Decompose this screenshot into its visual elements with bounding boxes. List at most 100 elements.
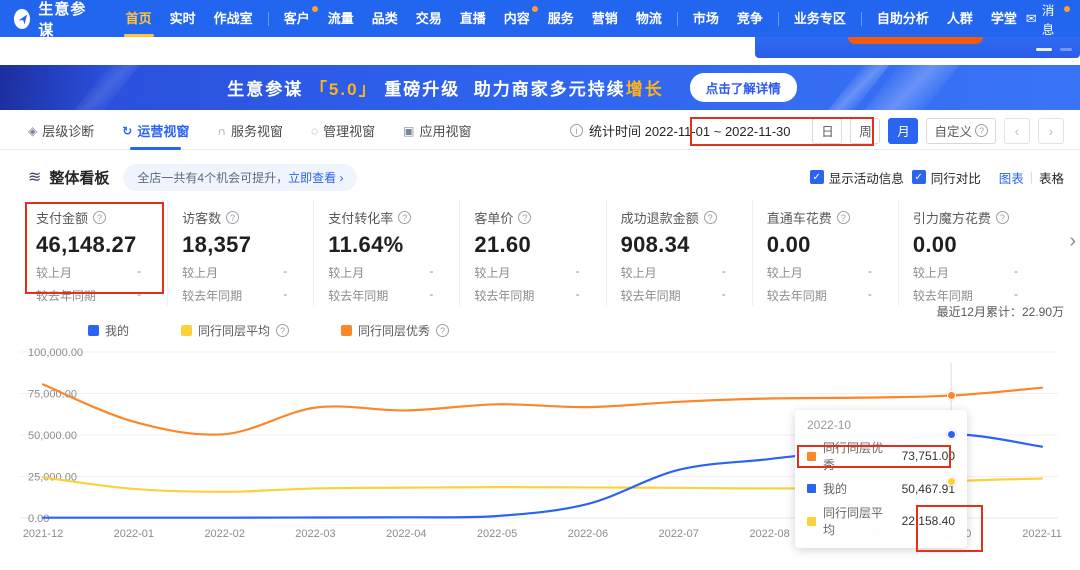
help-icon[interactable]: ?	[995, 211, 1009, 224]
tooltip-swatch	[807, 451, 816, 461]
compare-label: 较上月	[474, 266, 511, 280]
svg-text:2022-03: 2022-03	[295, 528, 335, 540]
tooltip-row: 同行同层平均 22,158.40	[807, 504, 955, 538]
nav-item[interactable]: 首页	[117, 0, 161, 37]
metric-value: 18,357	[182, 232, 252, 257]
messages-button[interactable]: ✉ 消息	[1026, 0, 1070, 38]
compare-yoy: 较去年同期 -	[36, 287, 151, 304]
nav-item[interactable]: 作战室	[205, 0, 262, 37]
help-icon[interactable]: ?	[518, 211, 532, 224]
nav-item[interactable]: 学堂	[982, 0, 1026, 37]
tab-item[interactable]: ◌ 管理视窗	[311, 112, 375, 150]
range-button[interactable]: 周	[850, 117, 881, 144]
metric-card[interactable]: 直通车花费? 0.00 较上月 - 较去年同期 -	[753, 200, 899, 306]
promo-banner[interactable]: 生意参谋 「5.0」 重磅升级 助力商家多元持续增长 点击了解详情	[0, 65, 1080, 110]
nav-item[interactable]: 服务	[539, 0, 583, 37]
legend-item[interactable]: 同行同层优秀?	[341, 322, 450, 339]
nav-item[interactable]: 流量	[319, 0, 363, 37]
view-chart-option[interactable]: 图表	[999, 168, 1024, 187]
prev-period-button[interactable]: ‹	[1004, 117, 1030, 144]
view-table-option[interactable]: 表格	[1039, 168, 1064, 187]
nav-item[interactable]: 营销	[583, 0, 627, 37]
help-icon[interactable]: ?	[276, 324, 290, 337]
metric-cards: 支付金额? 46,148.27 较上月 - 较去年同期 - 访客数? 18,357 较上月 - 较去…	[22, 200, 1044, 306]
nav-item[interactable]: 竞争	[728, 0, 772, 37]
tooltip-series-value: 22,158.40	[901, 514, 955, 528]
notification-dot	[311, 6, 318, 12]
widget-dash	[1036, 48, 1052, 51]
custom-range-button[interactable]: 自定义?	[926, 117, 996, 144]
opportunity-link[interactable]: 立即查看 ›	[288, 169, 343, 186]
next-period-button[interactable]: ›	[1038, 117, 1064, 144]
sycm-dashboard: 生意参谋 首页 实时 作战室 客户 流量 品类 交易 直播 内容 服务 营销 物流 市场 竞争 业务专区 自助…	[0, 0, 1080, 570]
metric-card[interactable]: 客单价? 21.60 较上月 - 较去年同期 -	[460, 200, 607, 306]
stat-time: i 统计时间 2022-11-01 ~ 2022-11-30	[569, 121, 790, 140]
metric-label-text: 引力魔方花费	[912, 211, 991, 226]
opportunity-pill[interactable]: 全店一共有4个机会可提升， 立即查看 ›	[123, 163, 358, 191]
metric-card[interactable]: 成功退款金额? 908.34 较上月 - 较去年同期 -	[607, 200, 753, 306]
tooltip-series-name: 同行同层优秀	[823, 441, 884, 472]
compare-value: -	[575, 264, 580, 278]
nav-item[interactable]: 自助分析	[868, 0, 938, 37]
board-title: 整体看板	[49, 169, 110, 187]
metric-label: 客单价?	[474, 208, 589, 227]
nav-item[interactable]: 客户	[275, 0, 319, 37]
svg-text:75,000.00: 75,000.00	[28, 389, 77, 401]
metric-card[interactable]: 访客数? 18,357 较上月 - 较去年同期 -	[168, 200, 315, 306]
board-header: ≋ 整体看板 全店一共有4个机会可提升， 立即查看 › ✓ 显示活动信息 ✓ 同行对比…	[0, 158, 1080, 196]
metric-card[interactable]: 支付转化率? 11.64% 较上月 - 较去年同期 -	[314, 200, 461, 306]
metric-label-text: 客单价	[474, 211, 514, 226]
help-icon[interactable]: ?	[703, 211, 717, 224]
banner-cta-button[interactable]: 点击了解详情	[689, 73, 797, 102]
tooltip-series-name: 同行同层平均	[823, 506, 884, 537]
nav-item[interactable]: 品类	[363, 0, 407, 37]
nav-item[interactable]: 内容	[495, 0, 539, 37]
nav-item[interactable]: 人群	[938, 0, 982, 37]
cards-next-arrow[interactable]: ›	[1069, 230, 1076, 253]
metric-label: 成功退款金额?	[621, 208, 736, 227]
compare-mom: 较上月 -	[621, 264, 736, 281]
tab-item[interactable]: ◈ 层级诊断	[28, 112, 94, 150]
help-icon[interactable]: ?	[398, 211, 412, 224]
compare-yoy: 较去年同期 -	[621, 287, 736, 304]
svg-text:2022-11: 2022-11	[1022, 528, 1062, 540]
compare-label: 较去年同期	[620, 289, 681, 303]
help-icon[interactable]: ?	[836, 211, 850, 224]
svg-text:100,000.00: 100,000.00	[28, 347, 83, 359]
manage-icon: ◌	[310, 123, 319, 138]
range-button[interactable]: 日	[812, 117, 843, 144]
operation-icon: ↻	[122, 123, 133, 138]
tab-active[interactable]: ↻ 运营视窗	[122, 112, 189, 150]
nav-item[interactable]: 直播	[451, 0, 495, 37]
compare-mom: 较上月 -	[474, 264, 589, 281]
chart-legend: 我的 同行同层平均? 同行同层优秀?	[88, 322, 450, 339]
legend-item[interactable]: 同行同层平均?	[181, 322, 290, 339]
legend-item[interactable]: 我的	[88, 322, 129, 339]
nav-item[interactable]: 市场	[684, 0, 728, 37]
tooltip-title: 2022-10	[807, 418, 852, 432]
nav-item[interactable]: 实时	[161, 0, 205, 37]
metric-card[interactable]: 引力魔方花费? 0.00 较上月 - 较去年同期 -	[899, 200, 1044, 306]
nav-item[interactable]: 交易	[407, 0, 451, 37]
help-icon[interactable]: ?	[436, 324, 450, 337]
tab-item[interactable]: ▣ 应用视窗	[403, 112, 471, 150]
help-icon[interactable]: ?	[93, 211, 107, 224]
help-icon[interactable]: ?	[226, 211, 240, 224]
view-switch: 图表 | 表格	[999, 168, 1064, 187]
toggle: ✓ 同行对比	[911, 168, 981, 187]
brand[interactable]: 生意参谋	[14, 0, 91, 40]
tab-item[interactable]: ∩ 服务视窗	[217, 112, 283, 150]
metric-label-text: 直通车花费	[766, 211, 832, 226]
nav-item[interactable]: 物流	[627, 0, 671, 37]
nav-divider	[860, 11, 862, 26]
compare-label: 较上月	[182, 266, 219, 280]
checkbox-checked[interactable]: ✓	[911, 170, 926, 184]
tooltip-series-name: 我的	[823, 482, 848, 496]
metric-card[interactable]: 支付金额? 46,148.27 较上月 - 较去年同期 -	[22, 200, 169, 306]
range-button[interactable]: 月	[888, 117, 919, 144]
nav-item[interactable]: 业务专区	[785, 0, 855, 37]
compare-value: -	[283, 264, 288, 278]
toggle: ✓ 显示活动信息	[809, 168, 904, 187]
compare-label: 较去年同期	[912, 289, 973, 303]
checkbox-checked[interactable]: ✓	[809, 170, 824, 184]
